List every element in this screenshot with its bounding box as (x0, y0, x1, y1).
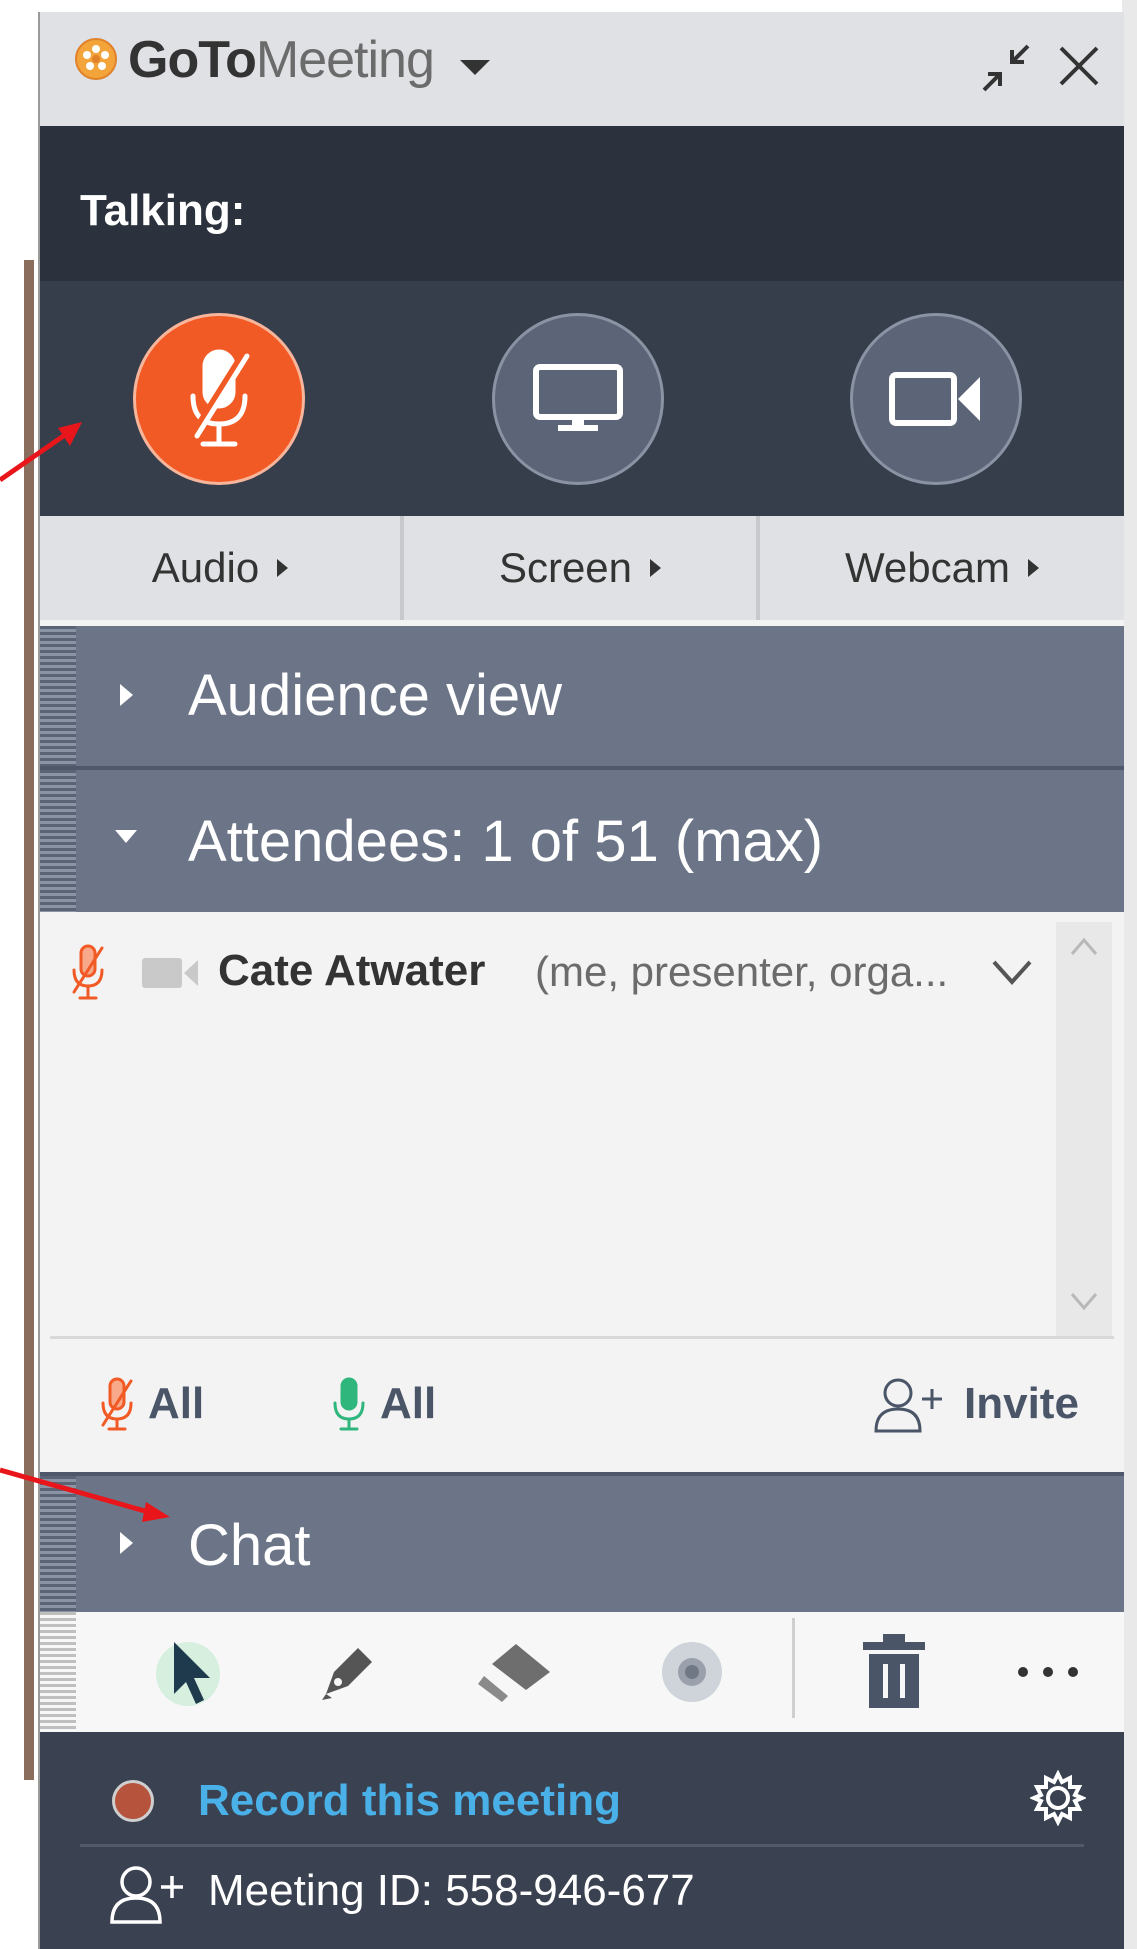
highlighter-tool-button[interactable] (476, 1632, 556, 1712)
webcam-button[interactable] (850, 313, 1022, 485)
pointer-tool-button[interactable] (148, 1632, 228, 1712)
close-icon[interactable] (1055, 42, 1103, 90)
attendees-label: Attendees: 1 of 51 (max) (188, 809, 824, 874)
attendee-camera-icon[interactable] (140, 956, 200, 990)
attendee-actions-row: All All Invite (40, 1336, 1124, 1472)
audio-arrow-icon (277, 559, 289, 577)
attendee-scrollbar[interactable] (1056, 922, 1112, 1336)
scroll-down-icon[interactable] (1070, 1292, 1098, 1312)
monitor-icon (533, 364, 623, 431)
add-person-icon (110, 1866, 183, 1924)
highlighter-icon (478, 1644, 550, 1702)
footer-divider (80, 1844, 1084, 1847)
talking-label: Talking: (80, 186, 246, 235)
audio-label: Audio (151, 544, 260, 591)
screen-share-button[interactable] (492, 313, 664, 485)
webcam-arrow-icon (1027, 559, 1039, 577)
drag-grip[interactable] (40, 770, 76, 912)
unmute-all-button[interactable]: All (330, 1374, 436, 1434)
gotomeeting-control-panel: GoToMeeting Talking: Audio Screen Webcam… (38, 12, 1124, 1949)
pen-tool-button[interactable] (308, 1632, 388, 1712)
collapse-arrow-icon (115, 830, 137, 843)
expand-arrow-icon (120, 684, 133, 706)
screen-arrow-icon (650, 559, 662, 577)
audience-view-label: Audience view (188, 663, 562, 728)
mute-all-label: All (148, 1379, 205, 1428)
pointer-icon (156, 1642, 220, 1706)
mic-toggle-button[interactable] (133, 313, 305, 485)
attendees-section[interactable]: Attendees: 1 of 51 (max) (40, 770, 1124, 912)
screen-menu-button[interactable]: Screen (404, 516, 756, 620)
background-strip (24, 260, 34, 1780)
app-menu-caret-icon[interactable] (460, 60, 490, 75)
background-right (1122, 0, 1137, 1949)
pen-icon (322, 1648, 372, 1700)
mute-all-button[interactable]: All (98, 1374, 204, 1434)
more-icon (1018, 1667, 1078, 1677)
drag-grip[interactable] (40, 626, 76, 766)
scroll-up-icon[interactable] (1070, 936, 1098, 956)
gear-icon[interactable] (1030, 1770, 1086, 1826)
media-controls (40, 281, 1124, 516)
spotlight-tool-button[interactable] (652, 1632, 732, 1712)
trash-icon (863, 1634, 925, 1708)
audio-menu-button[interactable]: Audio (40, 516, 400, 620)
toolbar-divider (792, 1618, 795, 1718)
add-person-icon (874, 1378, 942, 1433)
invite-label: Invite (964, 1379, 1079, 1428)
attendee-name: Cate Atwater (218, 946, 486, 995)
record-meeting-link[interactable]: Record this meeting (198, 1776, 621, 1826)
gotomeeting-logo-icon (75, 38, 117, 80)
clear-drawing-button[interactable] (854, 1632, 934, 1712)
webcam-menu-button[interactable]: Webcam (760, 516, 1124, 620)
meeting-id: Meeting ID: 558-946-677 (208, 1866, 695, 1915)
chat-label: Chat (188, 1513, 311, 1578)
app-name-light: Meeting (255, 31, 435, 89)
audience-view-section[interactable]: Audience view (40, 626, 1124, 766)
toolbar-grip[interactable] (40, 1612, 76, 1732)
mic-icon (333, 1377, 365, 1431)
more-options-button[interactable] (1008, 1632, 1088, 1712)
record-icon[interactable] (112, 1780, 154, 1822)
mic-muted-icon (190, 349, 250, 447)
chevron-down-icon[interactable] (990, 954, 1034, 988)
footer: Record this meeting Meeting ID: 558-946-… (40, 1732, 1124, 1949)
attendee-mic-muted-icon[interactable] (68, 942, 108, 1002)
app-title-menu[interactable]: GoToMeeting (128, 30, 435, 90)
expand-arrow-icon (120, 1532, 133, 1554)
talking-bar: Talking: (40, 126, 1124, 281)
collapse-icon[interactable] (980, 42, 1032, 94)
mic-muted-icon (101, 1377, 133, 1431)
drawing-toolbar (40, 1612, 1124, 1732)
attendee-list: Cate Atwater (me, presenter, orga... (40, 912, 1124, 1336)
invite-button[interactable]: Invite (872, 1374, 1079, 1434)
media-label-bar: Audio Screen Webcam (40, 516, 1124, 620)
webcam-label: Webcam (845, 544, 1010, 591)
drag-grip[interactable] (40, 1476, 76, 1612)
video-camera-icon (889, 372, 980, 426)
attendee-row[interactable]: Cate Atwater (me, presenter, orga... (40, 930, 1050, 1020)
screen-label: Screen (498, 544, 633, 591)
app-name-bold: GoTo (128, 31, 257, 89)
unmute-all-label: All (380, 1379, 437, 1428)
attendee-role: (me, presenter, orga... (535, 948, 949, 995)
title-bar: GoToMeeting (40, 12, 1124, 126)
chat-section[interactable]: Chat (40, 1476, 1124, 1612)
spotlight-icon (662, 1642, 722, 1702)
